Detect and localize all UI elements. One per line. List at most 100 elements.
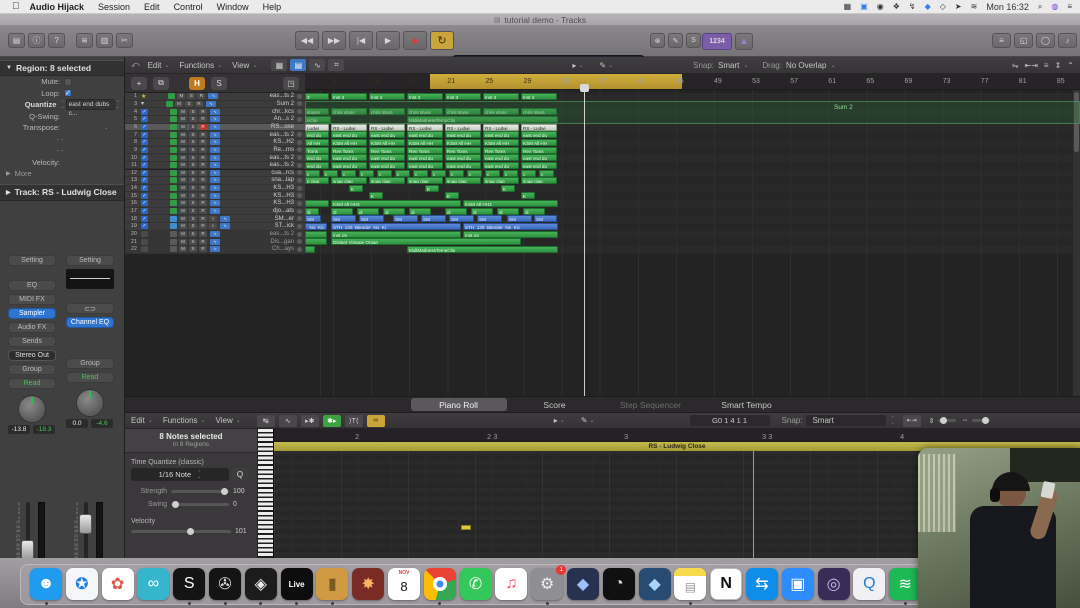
track-solo-button[interactable]: S xyxy=(189,147,197,153)
rewind-button[interactable]: ◀◀ xyxy=(295,31,319,50)
track-solo-button[interactable]: S xyxy=(189,162,197,168)
track-solo-button[interactable]: S xyxy=(189,239,197,245)
region[interactable]: east end du xyxy=(521,131,557,138)
track-input-dot[interactable] xyxy=(297,224,302,229)
region[interactable]: Distant Vintage Organ xyxy=(331,238,521,245)
region[interactable]: SM_ xyxy=(477,215,502,222)
hide-tracks-button[interactable]: H xyxy=(189,77,205,90)
siri-icon[interactable]: ◍ xyxy=(1051,2,1058,11)
track-automation-icon[interactable]: ∿ xyxy=(206,101,216,107)
tab-step-sequencer[interactable]: Step Sequencer xyxy=(603,398,699,411)
spotlight-icon[interactable]: ⌕ xyxy=(1038,2,1042,12)
region[interactable]: Ren Toms xyxy=(445,147,481,154)
region[interactable]: KSM All HH3 xyxy=(331,200,461,207)
region[interactable] xyxy=(305,200,329,207)
track-mute-button[interactable]: M xyxy=(179,246,187,252)
region[interactable]: c xyxy=(413,170,428,177)
menu-clock[interactable]: Mon 16:32 xyxy=(986,2,1029,12)
track-record-button[interactable]: R xyxy=(199,200,207,206)
track-automation-icon[interactable]: ∿ xyxy=(208,93,218,99)
region-inspector-header[interactable]: ▼ Region: 8 selected xyxy=(0,60,124,76)
track-solo-button[interactable]: S xyxy=(189,155,197,161)
more-triangle-icon[interactable]: ▶ xyxy=(6,170,11,177)
region[interactable]: SM_ xyxy=(393,215,418,222)
region[interactable]: RS - Ludwi xyxy=(369,124,405,131)
tracks-menu-functions[interactable]: Functions⌄ xyxy=(179,61,222,70)
region[interactable]: Ren Toms xyxy=(369,147,405,154)
wifi-icon[interactable]: ≋ xyxy=(971,2,978,11)
track-mute-button[interactable]: M xyxy=(179,109,187,115)
region[interactable]: east end du xyxy=(407,154,443,161)
track-input-dot[interactable] xyxy=(297,178,302,183)
mute-checkbox[interactable] xyxy=(64,78,72,86)
tab-smart-tempo[interactable]: Smart Tempo xyxy=(699,398,795,411)
bar-ruler[interactable]: 913172125293337414549535761656973778185 xyxy=(305,74,1080,90)
track-mute-button[interactable]: M xyxy=(179,200,187,206)
track-mute-button[interactable]: M xyxy=(179,177,187,183)
region[interactable]: Inst 3 xyxy=(445,93,481,100)
track-solo-button[interactable]: S xyxy=(185,101,193,107)
track-record-button[interactable]: R xyxy=(199,147,207,153)
track-input-dot[interactable] xyxy=(297,232,302,237)
track-automation-icon[interactable]: ∿ xyxy=(210,147,220,153)
track-row-15[interactable]: 15✓MSR∿KS...H3 xyxy=(125,192,305,200)
tab-score[interactable]: Score xyxy=(507,398,603,411)
dock-icon-teamviewer[interactable]: ⇆ xyxy=(746,568,778,600)
track-record-button[interactable]: R xyxy=(199,193,207,199)
automation-icon[interactable]: ∿ xyxy=(279,415,297,427)
region[interactable]: Ren Toms xyxy=(407,147,443,154)
track-checkbox[interactable]: ✓ xyxy=(141,132,148,138)
piano-keys[interactable] xyxy=(258,429,274,560)
track-input-dot[interactable] xyxy=(297,124,302,129)
region[interactable]: K xyxy=(445,192,459,199)
strip-right-setting[interactable]: Setting xyxy=(66,255,114,266)
region[interactable]: 3 xyxy=(305,93,329,100)
region[interactable]: snap clap xyxy=(369,177,405,184)
track-mute-button[interactable]: M xyxy=(179,239,187,245)
region[interactable]: east end du xyxy=(331,154,367,161)
track-solo-button[interactable]: S xyxy=(189,132,197,138)
bolt-icon[interactable]: ↯ xyxy=(909,2,916,11)
solo-tracks-button[interactable]: S xyxy=(211,77,227,90)
region[interactable]: c xyxy=(377,170,392,177)
region[interactable]: east end du xyxy=(445,162,481,169)
velocity-slider[interactable] xyxy=(131,530,231,533)
midi-note[interactable] xyxy=(461,525,471,530)
region[interactable]: Inst 3 xyxy=(331,93,367,100)
track-mute-button[interactable]: M xyxy=(179,162,187,168)
sum-stack-region[interactable]: Sum 2 xyxy=(305,101,1080,124)
track-checkbox[interactable]: ✓ xyxy=(141,208,148,214)
track-input-dot[interactable] xyxy=(297,201,302,206)
browsers-icon[interactable]: ♪ xyxy=(1058,33,1077,48)
region[interactable]: KSM All HH xyxy=(445,139,481,146)
dock-icon-plugin-dark[interactable]: ◈ xyxy=(245,568,277,600)
strip-left-read[interactable]: Read xyxy=(8,378,56,389)
region[interactable]: SM_ xyxy=(305,215,321,222)
region[interactable]: Ludwi xyxy=(305,124,329,131)
track-record-button[interactable]: R xyxy=(197,93,205,99)
region[interactable]: Inst 3 xyxy=(407,93,443,100)
track-row-16[interactable]: 16✓MSR∿KS...H3 xyxy=(125,200,305,208)
track-input-dot[interactable] xyxy=(297,209,302,214)
track-record-button[interactable]: R xyxy=(199,216,207,222)
tracks-menu-view[interactable]: View⌄ xyxy=(232,61,257,70)
region[interactable]: STH_130_Blender_No_Ki xyxy=(331,223,461,230)
dock-icon-plugin-diamond-2[interactable]: ◆ xyxy=(639,568,671,600)
editor-pointer-tool[interactable]: ▸⌄ xyxy=(554,416,565,425)
playhead-handle[interactable] xyxy=(580,84,589,92)
region[interactable]: SM_ xyxy=(507,215,532,222)
drag-selector[interactable]: Drag: No Overlap⌄ xyxy=(762,61,835,70)
track-input-dot[interactable] xyxy=(297,94,302,99)
dock-icon-apple-music[interactable]: ♫ xyxy=(495,568,527,600)
track-input-monitor-button[interactable]: I xyxy=(209,223,217,229)
disclosure-triangle-icon[interactable]: ▼ xyxy=(6,65,12,71)
screen-mirroring-icon[interactable]: ▦ xyxy=(844,2,852,11)
region[interactable]: RS - Ludwi xyxy=(521,124,557,131)
track-checkbox[interactable]: ✓ xyxy=(141,162,148,168)
region[interactable]: east end du xyxy=(521,162,557,169)
region[interactable]: snap clap xyxy=(483,177,519,184)
region[interactable]: KSM All HH xyxy=(483,139,519,146)
quick-help-icon[interactable]: ? xyxy=(48,33,65,48)
library-icon[interactable]: ▤ xyxy=(8,33,25,48)
editor-vzoom-slider[interactable]: ⇕ xyxy=(929,417,956,425)
